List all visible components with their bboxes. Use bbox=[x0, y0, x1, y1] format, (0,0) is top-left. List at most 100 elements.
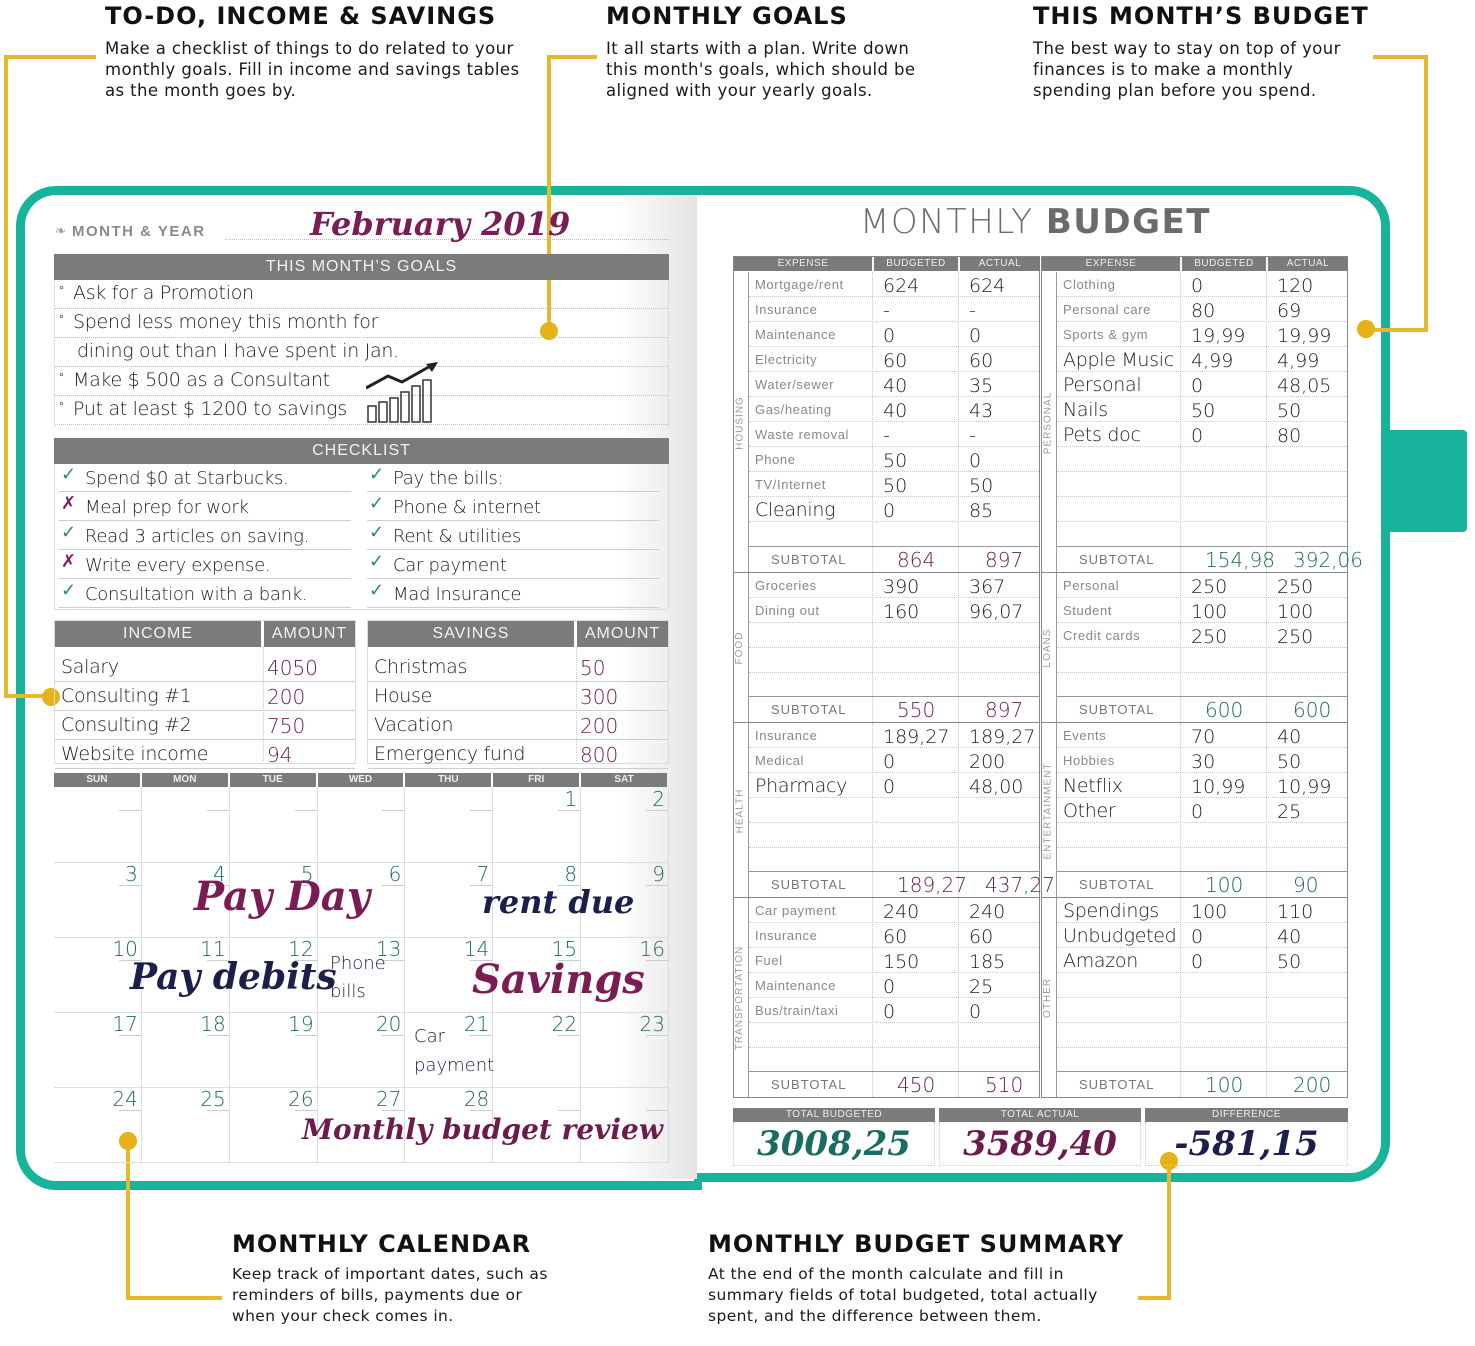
budget-row[interactable]: Insurance - - bbox=[749, 297, 1039, 322]
calendar-day[interactable]: 2 bbox=[581, 787, 669, 863]
calendar-day[interactable]: 25 bbox=[141, 1087, 230, 1163]
budget-row[interactable] bbox=[749, 648, 1039, 673]
budget-row[interactable]: Water/sewer 40 35 bbox=[749, 372, 1039, 397]
budget-row[interactable]: Waste removal - - bbox=[749, 422, 1039, 447]
calendar-day[interactable]: 3 bbox=[54, 862, 142, 938]
budget-row[interactable]: Nails 50 50 bbox=[1057, 397, 1347, 422]
savings-row[interactable]: Emergency fund 800 bbox=[368, 740, 668, 769]
summary-value[interactable]: 3008,25 bbox=[733, 1122, 935, 1166]
budget-row[interactable] bbox=[1057, 973, 1347, 998]
cross-icon[interactable]: ✗ bbox=[61, 493, 76, 514]
calendar-note-savings[interactable]: Savings bbox=[472, 956, 645, 1003]
calendar-day[interactable]: 1 bbox=[493, 787, 582, 863]
budget-row[interactable]: Insurance 60 60 bbox=[749, 923, 1039, 948]
budget-row[interactable] bbox=[749, 522, 1039, 547]
calendar-note-phone[interactable]: Phone bbox=[330, 953, 386, 974]
budget-row[interactable]: Pharmacy 0 48,00 bbox=[749, 773, 1039, 798]
checklist-item[interactable]: ✓ Consultation with a bank. bbox=[59, 580, 351, 608]
budget-row[interactable]: Electricity 60 60 bbox=[749, 347, 1039, 372]
calendar-day[interactable]: 22 bbox=[493, 1012, 582, 1088]
calendar-note-rent-due[interactable]: rent due bbox=[482, 883, 634, 921]
cross-icon[interactable]: ✗ bbox=[61, 551, 76, 572]
budget-row[interactable] bbox=[1057, 998, 1347, 1023]
income-row[interactable]: Consulting #2 750 bbox=[55, 711, 355, 740]
checklist-item[interactable]: ✗ Meal prep for work bbox=[59, 493, 351, 521]
budget-row[interactable]: Student 100 100 bbox=[1057, 598, 1347, 623]
goal-item[interactable]: ° Ask for a Promotion bbox=[55, 280, 668, 309]
budget-row[interactable]: Groceries 390 367 bbox=[749, 573, 1039, 598]
calendar-day[interactable]: 7 bbox=[405, 862, 494, 938]
budget-row[interactable]: Maintenance 0 0 bbox=[749, 322, 1039, 347]
goal-item[interactable]: ° Make $ 500 as a Consultant bbox=[55, 367, 668, 396]
calendar-day[interactable] bbox=[405, 788, 494, 863]
income-row[interactable]: Website income 94 bbox=[55, 740, 355, 769]
budget-row[interactable]: Phone 50 0 bbox=[749, 447, 1039, 472]
calendar-day[interactable]: 18 bbox=[141, 1012, 230, 1088]
checklist-item[interactable]: ✓ Mad Insurance bbox=[367, 580, 659, 608]
calendar-note-payment[interactable]: payment bbox=[414, 1055, 494, 1076]
budget-row[interactable]: Apple Music 4,99 4,99 bbox=[1057, 347, 1347, 372]
budget-row[interactable]: Personal care 80 69 bbox=[1057, 297, 1347, 322]
calendar-note-car[interactable]: Car bbox=[414, 1026, 445, 1047]
budget-row[interactable]: TV/Internet 50 50 bbox=[749, 472, 1039, 497]
budget-row[interactable]: Car payment 240 240 bbox=[749, 898, 1039, 923]
checkmark-icon[interactable]: ✓ bbox=[369, 493, 384, 514]
budget-row[interactable] bbox=[1057, 648, 1347, 673]
budget-row[interactable]: Credit cards 250 250 bbox=[1057, 623, 1347, 648]
calendar-day[interactable]: 17 bbox=[54, 1012, 142, 1088]
goal-item[interactable]: dining out than I have spent in Jan. bbox=[55, 338, 668, 367]
budget-row[interactable] bbox=[749, 823, 1039, 848]
budget-row[interactable]: Personal 0 48,05 bbox=[1057, 372, 1347, 397]
calendar-day[interactable]: 19 bbox=[229, 1012, 318, 1088]
budget-row[interactable] bbox=[1057, 497, 1347, 522]
budget-row[interactable] bbox=[1057, 1023, 1347, 1048]
budget-row[interactable]: Unbudgeted 0 40 bbox=[1057, 923, 1347, 948]
budget-row[interactable]: Sports & gym 19,99 19,99 bbox=[1057, 322, 1347, 347]
budget-row[interactable]: Insurance 189,27 189,27 bbox=[749, 723, 1039, 748]
budget-row[interactable]: Cleaning 0 85 bbox=[749, 497, 1039, 522]
budget-row[interactable]: Amazon 0 50 bbox=[1057, 948, 1347, 973]
calendar-day[interactable]: 24 bbox=[54, 1087, 142, 1163]
budget-row[interactable] bbox=[749, 798, 1039, 823]
checkmark-icon[interactable]: ✓ bbox=[369, 522, 384, 543]
budget-row[interactable]: Clothing 0 120 bbox=[1057, 272, 1347, 297]
income-row[interactable]: Salary 4050 bbox=[55, 653, 355, 682]
budget-row[interactable] bbox=[1057, 447, 1347, 472]
budget-row[interactable] bbox=[1057, 522, 1347, 547]
checklist-item[interactable]: ✗ Write every expense. bbox=[59, 551, 351, 579]
savings-row[interactable]: Vacation 200 bbox=[368, 711, 668, 740]
budget-row[interactable]: Gas/heating 40 43 bbox=[749, 397, 1039, 422]
budget-row[interactable] bbox=[749, 1023, 1039, 1048]
budget-row[interactable]: Medical 0 200 bbox=[749, 748, 1039, 773]
calendar-day[interactable] bbox=[229, 788, 318, 863]
budget-row[interactable]: Maintenance 0 25 bbox=[749, 973, 1039, 998]
summary-value[interactable]: 3589,40 bbox=[939, 1122, 1141, 1166]
budget-row[interactable]: Spendings 100 110 bbox=[1057, 898, 1347, 923]
checklist-item[interactable]: ✓ Read 3 articles on saving. bbox=[59, 522, 351, 550]
checkmark-icon[interactable]: ✓ bbox=[61, 464, 76, 485]
budget-row[interactable]: Events 70 40 bbox=[1057, 723, 1347, 748]
checkmark-icon[interactable]: ✓ bbox=[369, 580, 384, 601]
goal-item[interactable]: ° Spend less money this month for bbox=[55, 309, 668, 338]
budget-row[interactable]: Personal 250 250 bbox=[1057, 573, 1347, 598]
savings-row[interactable]: Christmas 50 bbox=[368, 653, 668, 682]
checklist-item[interactable]: ✓ Car payment bbox=[367, 551, 659, 579]
budget-row[interactable] bbox=[1057, 823, 1347, 848]
month-year-value[interactable]: February 2019 bbox=[310, 205, 570, 243]
calendar-note-pay-day[interactable]: Pay Day bbox=[194, 873, 370, 920]
budget-row[interactable]: Fuel 150 185 bbox=[749, 948, 1039, 973]
budget-row[interactable]: Hobbies 30 50 bbox=[1057, 748, 1347, 773]
bookmark-tab[interactable] bbox=[1385, 430, 1467, 532]
checkmark-icon[interactable]: ✓ bbox=[61, 580, 76, 601]
checkmark-icon[interactable]: ✓ bbox=[369, 551, 384, 572]
budget-row[interactable]: Dining out 160 96,07 bbox=[749, 598, 1039, 623]
goal-item[interactable]: ° Put at least $ 1200 to savings bbox=[55, 396, 668, 425]
calendar-note-pay-debits[interactable]: Pay debits bbox=[130, 956, 337, 998]
calendar-note-bills[interactable]: bills bbox=[330, 981, 366, 1002]
budget-row[interactable] bbox=[1057, 472, 1347, 497]
checkmark-icon[interactable]: ✓ bbox=[61, 522, 76, 543]
income-row[interactable]: Consulting #1 200 bbox=[55, 682, 355, 711]
checklist-item[interactable]: ✓ Phone & internet bbox=[367, 493, 659, 521]
calendar-day[interactable] bbox=[54, 788, 142, 863]
checkmark-icon[interactable]: ✓ bbox=[369, 464, 384, 485]
